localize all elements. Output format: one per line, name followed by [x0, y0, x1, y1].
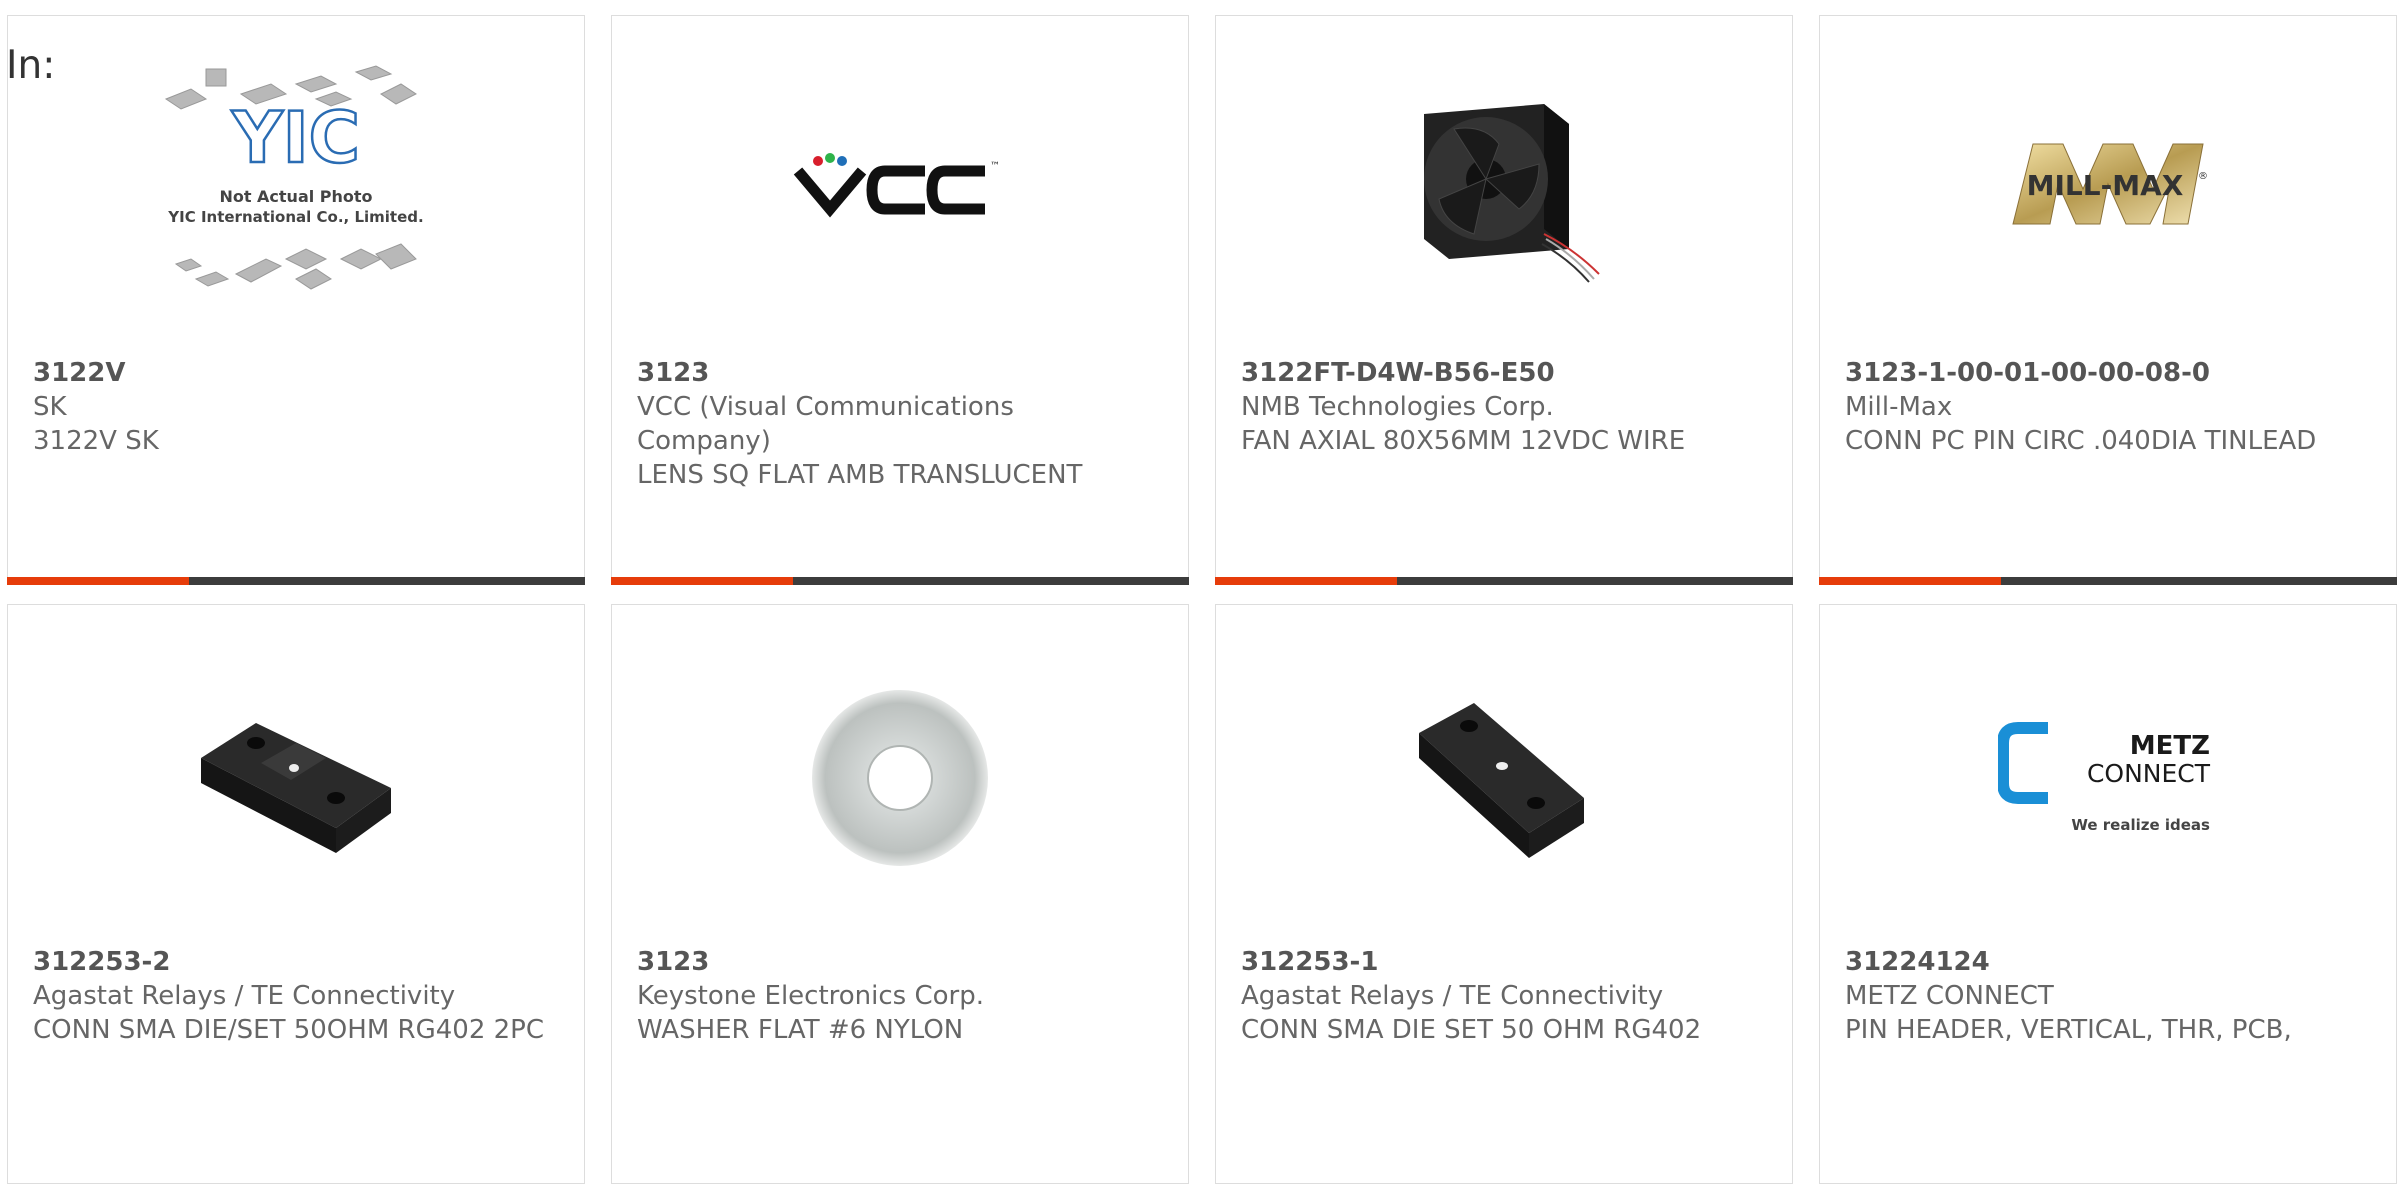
description: WASHER FLAT #6 NYLON	[637, 1015, 964, 1045]
card-bar-accent	[1215, 577, 1397, 585]
product-card[interactable]: METZ CONNECT We realize ideas 31224124 M…	[1819, 604, 2397, 1184]
manufacturer: SK	[33, 392, 67, 422]
filter-label: In:	[6, 43, 56, 88]
product-image[interactable]	[612, 610, 1188, 945]
part-number[interactable]: 312253-2	[33, 945, 544, 979]
manufacturer: Agastat Relays / TE Connectivity	[1241, 981, 1664, 1011]
metz-connect-logo-icon: METZ CONNECT We realize ideas	[1998, 721, 2211, 834]
manufacturer: Mill-Max	[1845, 392, 1953, 422]
description: CONN PC PIN CIRC .040DIA TINLEAD	[1845, 426, 2317, 456]
product-image[interactable]: MILL-MAX ®	[1820, 16, 2396, 351]
card-bar	[1215, 577, 1793, 585]
product-card[interactable]: 3123 Keystone Electronics Corp. WASHER F…	[611, 604, 1189, 1184]
die-set-icon	[1419, 702, 1584, 858]
product-card[interactable]: YIC Not Actual Photo YIC International C…	[7, 15, 585, 585]
description: PIN HEADER, VERTICAL, THR, PCB,	[1845, 1015, 2292, 1045]
card-bar-accent	[611, 577, 793, 585]
part-number[interactable]: 31224124	[1845, 945, 2356, 979]
part-number[interactable]: 3123-1-00-01-00-00-08-0	[1845, 356, 2356, 390]
part-number[interactable]: 3123	[637, 945, 1148, 979]
part-number[interactable]: 3122V	[33, 356, 544, 390]
description: LENS SQ FLAT AMB TRANSLUCENT	[637, 460, 1083, 490]
card-bar-accent	[1819, 577, 2001, 585]
product-card[interactable]: MILL-MAX ® 3123-1-00-01-00-00-08-0 Mill-…	[1819, 15, 2397, 585]
product-info: 3123-1-00-01-00-00-08-0 Mill-Max CONN PC…	[1845, 356, 2356, 458]
manufacturer: Keystone Electronics Corp.	[637, 981, 985, 1011]
description: FAN AXIAL 80X56MM 12VDC WIRE	[1241, 426, 1686, 456]
product-info: 312253-1 Agastat Relays / TE Connectivit…	[1241, 945, 1752, 1047]
part-number[interactable]: 312253-1	[1241, 945, 1752, 979]
card-bar	[611, 577, 1189, 585]
svg-text:MILL-MAX: MILL-MAX	[2027, 169, 2184, 202]
vcc-logo-icon: ™	[793, 152, 1000, 218]
svg-text:®: ®	[2198, 171, 2208, 182]
product-image[interactable]: ™	[612, 16, 1188, 351]
description: 3122V SK	[33, 426, 159, 456]
svg-text:YIC: YIC	[231, 97, 360, 179]
product-image[interactable]: METZ CONNECT We realize ideas	[1820, 610, 2396, 945]
part-number[interactable]: 3123	[637, 356, 1148, 390]
svg-text:™: ™	[990, 161, 1000, 172]
manufacturer: VCC (Visual Communications Company)	[637, 392, 1014, 456]
die-set-icon	[201, 722, 391, 853]
product-card[interactable]: 312253-2 Agastat Relays / TE Connectivit…	[7, 604, 585, 1184]
product-info: 312253-2 Agastat Relays / TE Connectivit…	[33, 945, 544, 1047]
card-bar-accent	[7, 577, 189, 585]
card-bar	[7, 577, 585, 585]
manufacturer: Agastat Relays / TE Connectivity	[33, 981, 456, 1011]
description: CONN SMA DIE/SET 50OHM RG402 2PC	[33, 1015, 544, 1045]
description: CONN SMA DIE SET 50 OHM RG402	[1241, 1015, 1702, 1045]
mill-max-logo-icon: MILL-MAX ®	[2012, 143, 2208, 224]
product-info: 3123 Keystone Electronics Corp. WASHER F…	[637, 945, 1148, 1047]
svg-text:We realize ideas: We realize ideas	[2071, 816, 2210, 834]
svg-text:YIC International Co., Limited: YIC International Co., Limited.	[167, 208, 423, 226]
axial-fan-icon	[1424, 103, 1600, 283]
product-info: 3122V SK 3122V SK	[33, 356, 544, 458]
svg-text:METZ: METZ	[2130, 731, 2210, 761]
product-image[interactable]: YIC Not Actual Photo YIC International C…	[8, 16, 584, 351]
product-card[interactable]: ™ 3123 VCC (Visual Communications Compan…	[611, 15, 1189, 585]
product-info: 3122FT-D4W-B56-E50 NMB Technologies Corp…	[1241, 356, 1752, 458]
svg-text:CONNECT: CONNECT	[2087, 759, 2211, 788]
product-image[interactable]	[1216, 16, 1792, 351]
manufacturer: NMB Technologies Corp.	[1241, 392, 1554, 422]
manufacturer: METZ CONNECT	[1845, 981, 2054, 1011]
washer-icon	[812, 689, 988, 866]
product-card[interactable]: 312253-1 Agastat Relays / TE Connectivit…	[1215, 604, 1793, 1184]
product-info: 3123 VCC (Visual Communications Company)…	[637, 356, 1148, 492]
product-info: 31224124 METZ CONNECT PIN HEADER, VERTIC…	[1845, 945, 2356, 1047]
svg-text:Not Actual Photo: Not Actual Photo	[219, 187, 372, 206]
card-bar	[1819, 577, 2397, 585]
product-image[interactable]	[1216, 610, 1792, 945]
yic-placeholder-image: YIC Not Actual Photo YIC International C…	[164, 64, 424, 290]
product-image[interactable]	[8, 610, 584, 945]
product-card[interactable]: 3122FT-D4W-B56-E50 NMB Technologies Corp…	[1215, 15, 1793, 585]
part-number[interactable]: 3122FT-D4W-B56-E50	[1241, 356, 1752, 390]
